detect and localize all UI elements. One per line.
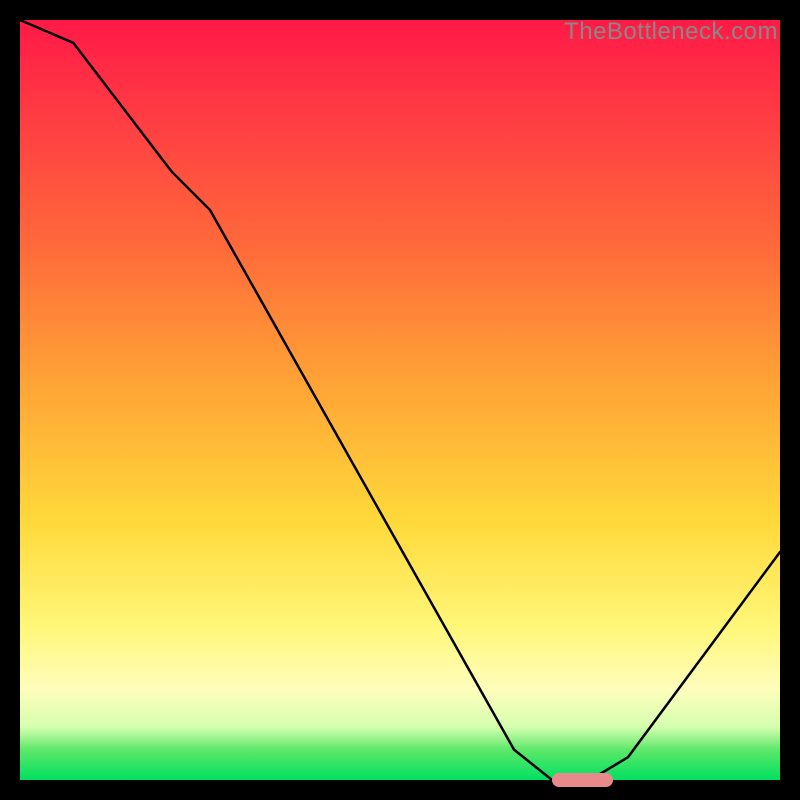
- watermark-text: TheBottleneck.com: [564, 18, 778, 46]
- curve-path: [20, 20, 780, 780]
- bottleneck-curve: [20, 20, 780, 780]
- chart-frame: TheBottleneck.com: [20, 20, 780, 780]
- sweet-spot-marker: [552, 773, 613, 787]
